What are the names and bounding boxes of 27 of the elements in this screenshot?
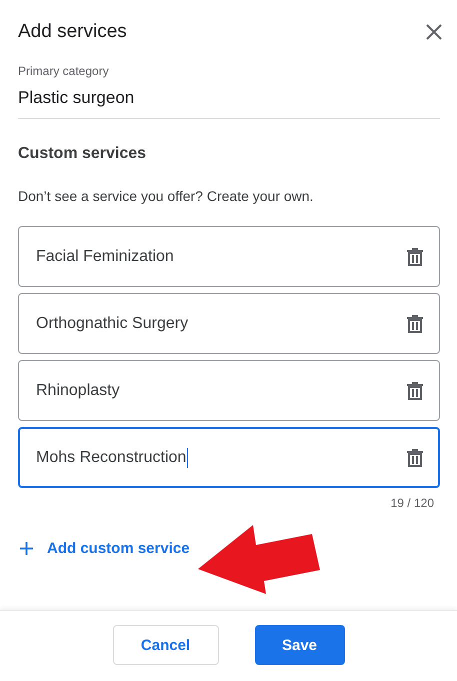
trash-icon [407,247,423,266]
add-custom-service-link[interactable]: Add custom service [20,540,190,557]
plus-icon [20,542,33,555]
dialog-title: Add services [18,21,127,43]
character-counter: 19 / 120 [390,496,434,510]
cancel-button[interactable]: Cancel [112,625,218,665]
service-field[interactable]: Mohs Reconstruction [18,427,440,488]
field-value: Facial Feminization [36,248,174,266]
trash-icon [407,448,423,467]
field-value: Rhinoplasty [36,382,120,400]
field-value: Orthognathic Surgery [36,314,188,332]
trash-icon [407,381,423,400]
category-value: Plastic surgeon [18,88,136,108]
service-field[interactable]: Rhinoplasty [18,360,440,421]
section-heading: Custom services [18,145,148,163]
service-field[interactable]: Facial Feminization [18,226,440,287]
close-icon [426,24,442,40]
delete-button[interactable] [407,314,423,333]
save-button[interactable]: Save [254,625,344,665]
field-value: Mohs Reconstruction [36,448,188,468]
service-field[interactable]: Orthognathic Surgery [18,293,440,354]
description-text: Don’t see a service you offer? Create your own. [18,188,314,204]
delete-button[interactable] [407,448,423,467]
delete-button[interactable] [407,247,423,266]
field-label: Primary category [18,64,110,78]
trash-icon [407,314,423,333]
delete-button[interactable] [407,381,423,400]
